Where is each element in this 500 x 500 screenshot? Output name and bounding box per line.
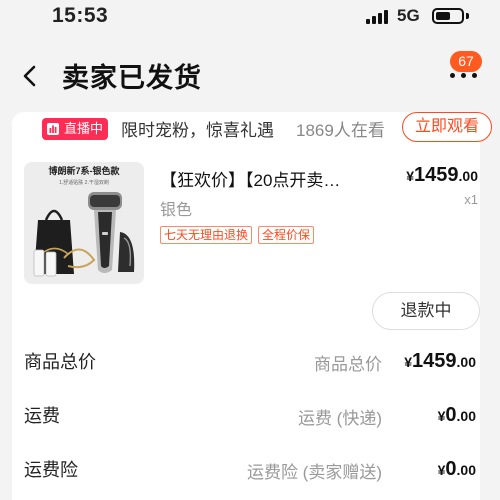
product-price: ¥1459.00 <box>402 164 478 187</box>
watch-now-button[interactable]: 立即观看 <box>402 112 492 142</box>
amount-currency: ¥ <box>404 354 413 370</box>
status-bar: 15:53 5G <box>0 0 500 34</box>
product-spec: 银色 <box>160 202 193 219</box>
status-time: 15:53 <box>52 4 109 27</box>
summary-row-shipping-insurance: 运费险 运费险 (卖家赠送) ¥0.00 <box>12 456 480 490</box>
product-tag: 全程价保 <box>258 226 315 244</box>
summary-label: 运费 <box>24 406 60 426</box>
summary-label: 运费险 <box>24 460 78 480</box>
amount-integer: 1459 <box>412 350 457 372</box>
price-integer: 1459 <box>414 164 459 186</box>
battery-tip <box>466 13 469 19</box>
amount-decimal: .00 <box>456 354 476 370</box>
summary-row-goods-total: 商品总价 商品总价 ¥1459.00 <box>12 348 480 382</box>
amount-integer: 0 <box>445 404 457 426</box>
signal-icon <box>366 10 392 24</box>
live-viewers: 1869人在看 <box>296 121 385 140</box>
summary-amount: ¥0.00 <box>388 458 476 481</box>
summary-label: 商品总价 <box>24 352 96 372</box>
summary-desc: 运费 (快递) <box>297 409 382 428</box>
network-type: 5G <box>397 6 420 25</box>
summary-amount: ¥0.00 <box>388 404 476 427</box>
amount-decimal: .00 <box>456 408 476 424</box>
message-count-badge: 67 <box>450 51 482 72</box>
page-title: 卖家已发货 <box>62 63 202 93</box>
product-tags: 七天无理由退换 全程价保 <box>160 226 315 244</box>
live-promo-text: 限时宠粉，惊喜礼遇 <box>121 121 274 140</box>
product-image-brand: 博朗新7系-银色款 <box>48 165 120 176</box>
summary-amount: ¥1459.00 <box>388 350 476 373</box>
product-image-note: 1.舒适贴肤 2.干湿双剃 <box>59 179 109 186</box>
product-photo: 博朗新7系-银色款 1.舒适贴肤 2.干湿双剃 <box>24 162 144 284</box>
price-decimal: .00 <box>458 168 478 184</box>
live-tag-label: 直播中 <box>62 118 109 140</box>
amount-integer: 0 <box>445 458 457 480</box>
header: 卖家已发货 67 <box>0 40 500 110</box>
summary-desc: 商品总价 <box>314 355 382 374</box>
live-banner[interactable]: 直播中 限时宠粉，惊喜礼遇 1869人在看 立即观看 <box>24 112 492 148</box>
summary-desc: 运费险 (卖家赠送) <box>246 463 382 482</box>
refund-status-button[interactable]: 退款中 <box>372 292 480 330</box>
order-card: 直播中 限时宠粉，惊喜礼遇 1869人在看 立即观看 博朗新7系-银色款 1.舒… <box>12 112 492 500</box>
product-image[interactable]: 博朗新7系-银色款 1.舒适贴肤 2.干湿双剃 <box>24 162 144 284</box>
product-title[interactable]: 【狂欢价】【20点开卖… <box>160 166 396 191</box>
live-tag: 直播中 <box>42 118 109 140</box>
battery-level <box>436 12 450 20</box>
summary-row-shipping: 运费 运费 (快递) ¥0.00 <box>12 402 480 436</box>
back-icon[interactable] <box>16 62 44 90</box>
battery-icon <box>432 8 464 24</box>
price-currency: ¥ <box>406 168 415 184</box>
amount-decimal: .00 <box>456 462 476 478</box>
live-bars-icon <box>42 118 62 140</box>
product-quantity: x1 <box>464 192 478 207</box>
product-tag: 七天无理由退换 <box>160 226 253 244</box>
